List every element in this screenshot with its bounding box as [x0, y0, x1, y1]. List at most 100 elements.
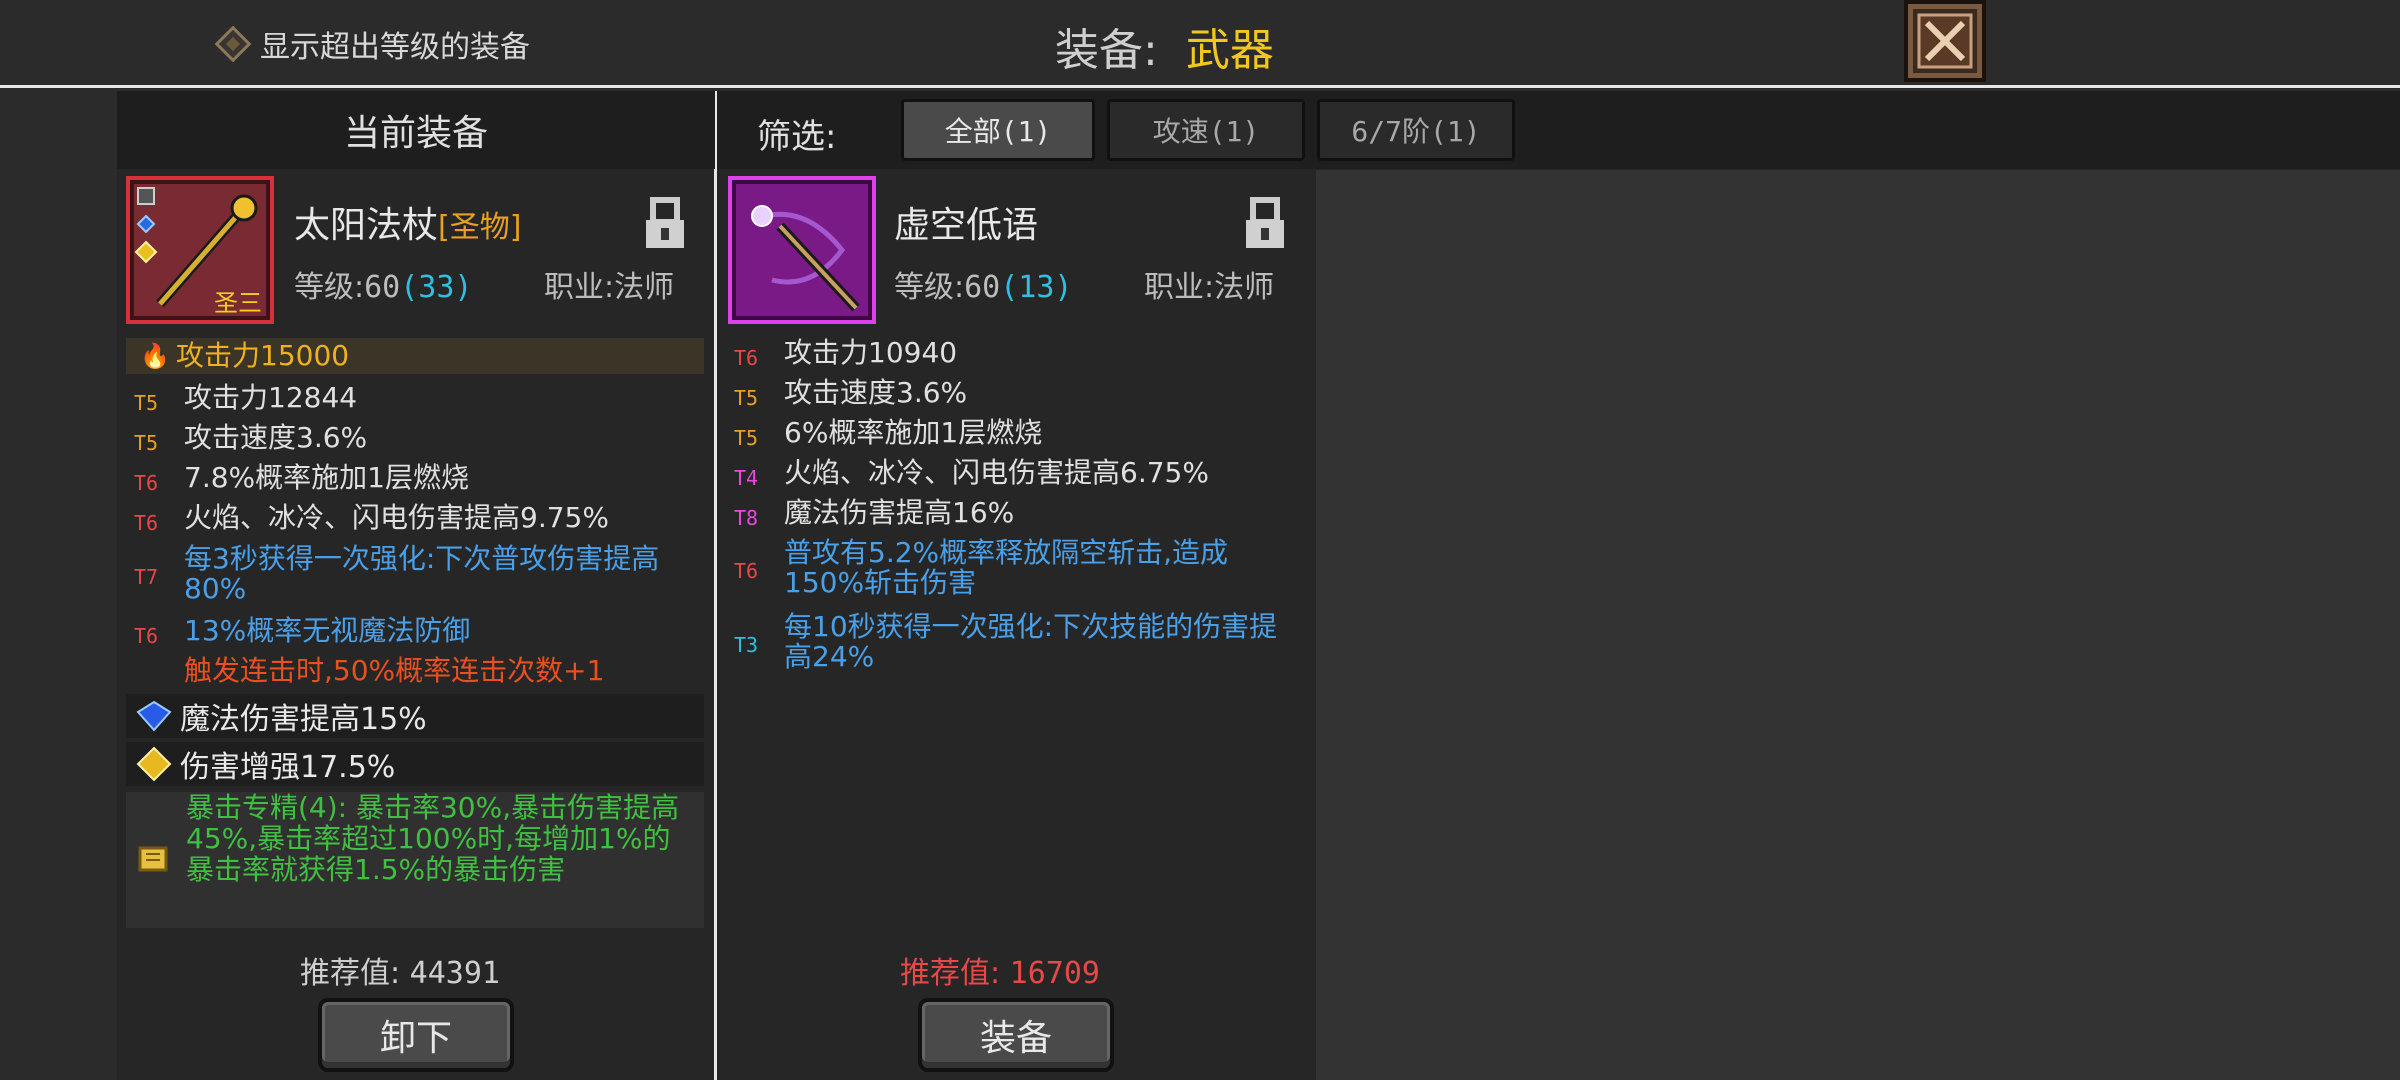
filter-bar: 筛选: 全部(1) 攻速(1) 6/7阶(1)	[717, 91, 2400, 169]
toggle-label: 显示超出等级的装备	[260, 30, 530, 65]
gem-text: 伤害增强17.5%	[180, 750, 396, 785]
stat-tier: T5	[134, 431, 159, 455]
title-value: 武器	[1185, 25, 1274, 76]
stat-tier	[134, 656, 184, 661]
candidate-item-icon[interactable]	[728, 176, 876, 324]
current-item-class: 职业:法师	[544, 262, 674, 306]
stat-tier: T5	[734, 426, 759, 450]
level-label: 等级:	[894, 270, 965, 305]
candidate-item-class: 职业:法师	[1144, 262, 1274, 306]
current-item-name: 太阳法杖[圣物]	[294, 196, 521, 248]
close-icon	[1917, 13, 1973, 69]
stat-text: 每10秒获得一次强化:下次技能的伤害提高24%	[784, 610, 1278, 673]
stat-text: 魔法伤害提高16%	[784, 496, 1015, 529]
recommend-value: 44391	[409, 956, 500, 991]
current-recommend: 推荐值: 44391	[300, 948, 500, 992]
stat-row: T6 火焰、冰冷、闪电伤害提高9.75%	[134, 503, 704, 538]
gem-text: 魔法伤害提高15%	[180, 702, 427, 737]
stat-row: 触发连击时,50%概率连击次数+1	[134, 656, 704, 686]
current-item-icon[interactable]: 圣三	[126, 176, 274, 324]
stat-row: T6 普攻有5.2%概率释放隔空斩击,造成150%斩击伤害	[734, 538, 1300, 598]
stat-text: 攻击速度3.6%	[784, 376, 968, 409]
topaz-gem-icon	[136, 746, 172, 782]
set-bonus-box: 暴击专精(4): 暴击率30%,暴击伤害提高45%,暴击率超过100%时,每增加…	[126, 792, 704, 928]
candidate-item-level: 等级:60(13)	[894, 262, 1072, 306]
stat-text: 攻击速度3.6%	[184, 421, 368, 454]
void-staff-icon	[751, 205, 860, 312]
stat-row: T3 每10秒获得一次强化:下次技能的伤害提高24%	[734, 612, 1300, 672]
stat-tier: T6	[134, 624, 159, 648]
stat-tier: T6	[734, 559, 759, 583]
main-stat-text: 攻击力15000	[176, 339, 350, 372]
set-bonus-text: 暴击专精(4): 暴击率30%,暴击伤害提高45%,暴击率超过100%时,每增加…	[186, 791, 680, 886]
stat-row: T6 7.8%概率施加1层燃烧	[134, 463, 704, 498]
lock-icon[interactable]	[1242, 196, 1288, 252]
gem-row: 伤害增强17.5%	[126, 742, 704, 786]
lock-icon[interactable]	[642, 196, 688, 252]
candidate-item-name: 虚空低语	[894, 205, 1039, 246]
current-equipment-header: 当前装备	[117, 91, 715, 169]
stat-tier: T5	[734, 386, 759, 410]
stat-text: 6%概率施加1层燃烧	[784, 416, 1043, 449]
recommend-label: 推荐值:	[900, 956, 1001, 991]
stat-text: 7.8%概率施加1层燃烧	[184, 461, 469, 494]
filter-label: 筛选:	[757, 117, 837, 157]
stat-row: T5 攻击速度3.6%	[134, 423, 704, 458]
stat-row: T6 13%概率无视魔法防御	[134, 616, 704, 651]
fire-icon: 🔥	[140, 342, 170, 370]
stat-row: T5 6%概率施加1层燃烧	[734, 418, 1304, 453]
stat-tier: T6	[134, 471, 159, 495]
stat-row: T5 攻击速度3.6%	[734, 378, 1304, 413]
show-overlevel-toggle[interactable]: 显示超出等级的装备	[214, 22, 530, 66]
scroll-icon	[138, 846, 168, 872]
stat-tier: T6	[734, 346, 759, 370]
stat-text: 普攻有5.2%概率释放隔空斩击,造成150%斩击伤害	[784, 536, 1229, 599]
stat-text: 火焰、冰冷、闪电伤害提高6.75%	[784, 456, 1209, 489]
sapphire-gem-icon	[136, 700, 172, 732]
class-label: 职业:	[1144, 270, 1215, 305]
gem-row: 魔法伤害提高15%	[126, 694, 704, 738]
level-value: 60	[364, 270, 401, 305]
level-value: 60	[964, 270, 1001, 305]
icon-badge: 圣三	[214, 289, 262, 317]
stat-tier: T4	[734, 466, 759, 490]
stat-row: T8 魔法伤害提高16%	[734, 498, 1304, 533]
title-label: 装备:	[1055, 25, 1158, 76]
recommend-value: 16709	[1009, 956, 1100, 991]
stat-tier: T6	[134, 511, 159, 535]
page-title: 装备: 武器	[1055, 14, 1274, 78]
filter-chip-tier[interactable]: 6/7阶(1)	[1317, 99, 1515, 161]
level-extra: (13)	[1000, 270, 1073, 305]
level-extra: (33)	[400, 270, 473, 305]
level-label: 等级:	[294, 270, 365, 305]
unequip-button[interactable]: 卸下	[318, 998, 514, 1072]
stat-text: 触发连击时,50%概率连击次数+1	[184, 654, 605, 687]
stat-text: 攻击力12844	[184, 381, 358, 414]
checkbox-diamond-icon[interactable]	[214, 25, 252, 63]
current-item-name-text: 太阳法杖	[294, 205, 439, 246]
filter-chip-all[interactable]: 全部(1)	[901, 99, 1095, 161]
stat-text: 火焰、冰冷、闪电伤害提高9.75%	[184, 501, 609, 534]
stat-tier: T7	[134, 565, 159, 589]
stat-tier: T8	[734, 506, 759, 530]
current-item-tag: [圣物]	[438, 210, 522, 245]
equip-button[interactable]: 装备	[918, 998, 1114, 1072]
stat-text: 每3秒获得一次强化:下次普攻伤害提高80%	[184, 542, 660, 605]
top-bar: 显示超出等级的装备 装备: 武器	[0, 0, 2400, 88]
empty-list-area	[1316, 170, 2400, 1080]
stat-text: 13%概率无视魔法防御	[184, 614, 471, 647]
class-value: 法师	[614, 270, 675, 305]
stat-tier: T3	[734, 633, 759, 657]
class-label: 职业:	[544, 270, 615, 305]
filter-chip-attack-speed[interactable]: 攻速(1)	[1107, 99, 1305, 161]
current-item-level: 等级:60(33)	[294, 262, 472, 306]
stat-row: T6 攻击力10940	[734, 338, 1304, 373]
stat-row: T4 火焰、冰冷、闪电伤害提高6.75%	[734, 458, 1304, 493]
close-button[interactable]	[1904, 0, 1986, 82]
stat-text: 攻击力10940	[784, 336, 958, 369]
recommend-label: 推荐值:	[300, 956, 401, 991]
stat-tier: T5	[134, 391, 159, 415]
candidate-recommend: 推荐值: 16709	[900, 948, 1100, 992]
main-stat-row: 🔥 攻击力15000	[126, 338, 704, 374]
class-value: 法师	[1214, 270, 1275, 305]
